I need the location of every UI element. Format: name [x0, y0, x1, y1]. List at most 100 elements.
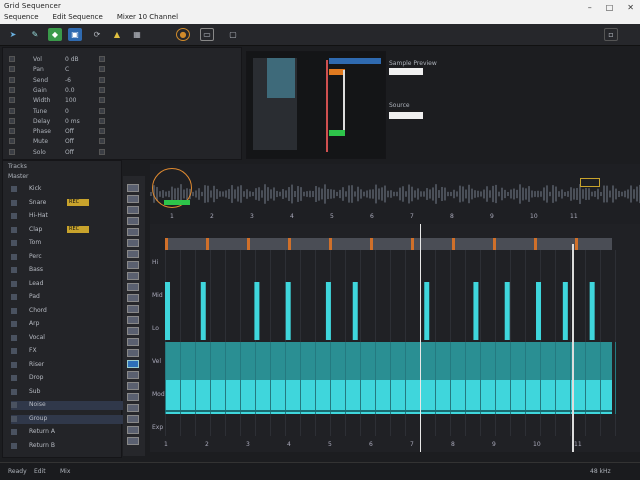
track-row[interactable]: FX: [11, 347, 123, 356]
lane-tool-button[interactable]: [127, 272, 139, 280]
inspector-toggle[interactable]: [99, 128, 105, 135]
lane-tool-button[interactable]: [127, 415, 139, 423]
track-row[interactable]: Drop: [11, 374, 123, 383]
lane-tool-button[interactable]: [127, 404, 139, 412]
inspector-value[interactable]: Off: [65, 138, 74, 145]
track-row[interactable]: Return A: [11, 428, 123, 437]
lane-tool-button[interactable]: [127, 206, 139, 214]
inspector-value[interactable]: 0.0: [65, 87, 75, 94]
inspector-value[interactable]: 0 dB: [65, 56, 79, 63]
inspector-value[interactable]: 0: [65, 108, 69, 115]
inspector-toggle[interactable]: [99, 76, 105, 83]
inspector-row-icon[interactable]: [9, 128, 15, 135]
track-row[interactable]: Lead: [11, 280, 123, 289]
inspector-value[interactable]: Off: [65, 149, 74, 156]
snap-icon[interactable]: ◆: [48, 28, 62, 41]
note-block[interactable]: [285, 282, 291, 340]
track-row[interactable]: Return B: [11, 442, 123, 451]
note-block[interactable]: [200, 282, 206, 340]
lane-tool-button[interactable]: [127, 338, 139, 346]
inspector-toggle[interactable]: [99, 117, 105, 124]
inspector-row-icon[interactable]: [9, 117, 15, 124]
close-icon[interactable]: ✕: [627, 3, 634, 12]
lane-tool-button[interactable]: [127, 382, 139, 390]
track-row[interactable]: Vocal: [11, 334, 123, 343]
end-marker[interactable]: [580, 178, 600, 187]
cursor-icon[interactable]: ➤: [6, 28, 20, 41]
track-row[interactable]: Noise: [11, 401, 123, 410]
inspector-value[interactable]: Off: [65, 128, 74, 135]
window-icon[interactable]: ▢: [226, 28, 240, 41]
track-row[interactable]: Arp: [11, 320, 123, 329]
menu-mixer[interactable]: Mixer 10 Channel: [117, 13, 178, 21]
track-row[interactable]: Hi-Hat: [11, 212, 123, 221]
note-block[interactable]: [536, 282, 542, 340]
lane-tool-button[interactable]: [127, 349, 139, 357]
track-row[interactable]: Chord: [11, 307, 123, 316]
inspector-toggle[interactable]: [99, 66, 105, 73]
lane-tool-button[interactable]: [127, 360, 139, 368]
pencil-icon[interactable]: ✎: [28, 28, 42, 41]
loop-region[interactable]: [164, 200, 190, 205]
inspector-toggle[interactable]: [99, 56, 105, 62]
track-row[interactable]: Sub: [11, 388, 123, 397]
note-block[interactable]: [254, 282, 260, 340]
track-row[interactable]: Bass: [11, 266, 123, 275]
inspector-value[interactable]: 0 ms: [65, 118, 80, 125]
inspector-row-icon[interactable]: [9, 56, 15, 62]
lane-tool-button[interactable]: [127, 316, 139, 324]
preview-field-b[interactable]: [389, 112, 423, 119]
maximize-icon[interactable]: □: [606, 3, 614, 12]
layout-icon[interactable]: ▫: [604, 28, 618, 41]
piano-roll[interactable]: Hi Mid Lo Vel Mod Exp 1 2 3 4 5 6 7 8 9 10 11: [150, 224, 640, 452]
track-row[interactable]: Clap REC: [11, 225, 123, 235]
lane-tool-button[interactable]: [127, 239, 139, 247]
note-block[interactable]: [165, 282, 170, 340]
lane-tool-button[interactable]: [127, 294, 139, 302]
lane-tool-button[interactable]: [127, 305, 139, 313]
grid-icon[interactable]: ▦: [130, 28, 144, 41]
note-block[interactable]: [562, 282, 568, 340]
track-row[interactable]: Group: [11, 414, 123, 424]
inspector-row-icon[interactable]: [9, 76, 15, 83]
note-block[interactable]: [473, 282, 479, 340]
metronome-icon[interactable]: ▲: [110, 28, 124, 41]
lane-tool-button[interactable]: [127, 426, 139, 434]
menu-edit[interactable]: Edit Sequence: [53, 13, 103, 21]
inspector-toggle[interactable]: [99, 97, 105, 104]
inspector-row-icon[interactable]: [9, 97, 15, 104]
inspector-row-icon[interactable]: [9, 138, 15, 145]
track-row[interactable]: Pad: [11, 293, 123, 302]
lane-tool-button[interactable]: [127, 283, 139, 291]
note-block[interactable]: [352, 282, 358, 340]
inspector-toggle[interactable]: [99, 86, 105, 93]
lane-tool-button[interactable]: [127, 393, 139, 401]
inspector-row-icon[interactable]: [9, 86, 15, 93]
note-block[interactable]: [325, 282, 331, 340]
track-row[interactable]: Kick: [11, 185, 123, 194]
lane-tool-button[interactable]: [127, 250, 139, 258]
note-block[interactable]: [589, 282, 595, 340]
track-row[interactable]: Snare REC: [11, 198, 123, 208]
track-row[interactable]: Tom: [11, 239, 123, 248]
inspector-value[interactable]: 100: [65, 97, 76, 104]
inspector-row-icon[interactable]: [9, 148, 15, 155]
inspector-value[interactable]: -6: [65, 77, 71, 84]
minimize-icon[interactable]: –: [588, 3, 592, 12]
inspector-toggle[interactable]: [99, 148, 105, 155]
lane-tool-button[interactable]: [127, 371, 139, 379]
menu-sequence[interactable]: Sequence: [4, 13, 39, 21]
lane-tool-button[interactable]: [127, 261, 139, 269]
lane-tool-button[interactable]: [127, 327, 139, 335]
note-block[interactable]: [424, 282, 430, 340]
lane-tool-button[interactable]: [127, 184, 139, 192]
inspector-row-icon[interactable]: [9, 66, 15, 73]
lane-tool-button[interactable]: [127, 217, 139, 225]
inspector-row-icon[interactable]: [9, 107, 15, 114]
lane-tool-button[interactable]: [127, 437, 139, 445]
inspector-toggle[interactable]: [99, 107, 105, 114]
lane-tool-button[interactable]: [127, 228, 139, 236]
inspector-value[interactable]: C: [65, 66, 69, 73]
loop-icon[interactable]: ⟳: [90, 28, 104, 41]
note-grid[interactable]: Hi Mid Lo Vel Mod Exp 1 2 3 4 5 6 7 8 9 10 11: [150, 224, 640, 452]
